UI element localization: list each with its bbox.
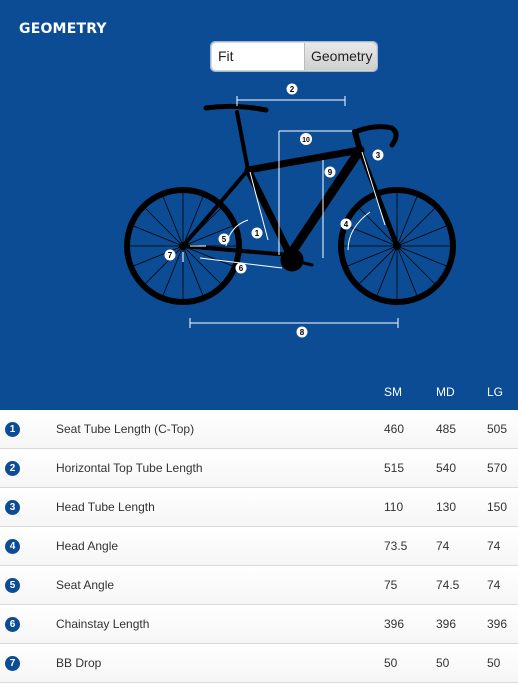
row-number-badge: 2: [5, 461, 20, 476]
value-lg: 74: [487, 539, 501, 553]
table-row: 7 BB Drop 50 50 50: [0, 644, 518, 683]
svg-text:2: 2: [290, 85, 295, 94]
row-label: BB Drop: [56, 656, 102, 670]
value-lg: 74: [487, 578, 501, 592]
column-header-md: MD: [436, 385, 455, 399]
table-row: 2 Horizontal Top Tube Length 515 540 570: [0, 449, 518, 488]
svg-text:10: 10: [302, 137, 310, 144]
row-label: Head Tube Length: [56, 500, 155, 514]
value-lg: 150: [487, 500, 508, 514]
svg-text:5: 5: [222, 235, 227, 244]
value-lg: 570: [487, 461, 508, 475]
value-md: 130: [436, 500, 457, 514]
table-row: 5 Seat Angle 75 74.5 74: [0, 566, 518, 605]
geometry-header-panel: GEOMETRY Fit Calculator Geometry: [0, 0, 518, 410]
svg-text:7: 7: [168, 251, 173, 260]
column-header-sm: SM: [384, 385, 402, 399]
fit-calculator-tab[interactable]: Fit Calculator: [212, 43, 304, 70]
value-md: 74.5: [436, 578, 460, 592]
row-number-badge: 3: [5, 500, 20, 515]
column-header-lg: LG: [487, 385, 504, 399]
marker-10: 10: [300, 133, 312, 145]
table-row: 4 Head Angle 73.5 74 74: [0, 527, 518, 566]
value-md: 74: [436, 539, 450, 553]
marker-2: 2: [286, 83, 298, 95]
marker-9: 9: [324, 166, 336, 178]
marker-3: 3: [372, 149, 384, 161]
svg-text:3: 3: [376, 151, 381, 160]
row-number-badge: 1: [5, 422, 20, 437]
svg-text:8: 8: [300, 328, 305, 337]
row-number-badge: 7: [5, 656, 20, 671]
svg-text:4: 4: [344, 220, 349, 229]
table-row: 1 Seat Tube Length (C-Top) 460 485 505: [0, 410, 518, 449]
value-lg: 396: [487, 617, 508, 631]
value-sm: 460: [384, 422, 405, 436]
marker-6: 6: [235, 262, 247, 274]
marker-7: 7: [164, 249, 176, 261]
row-label: Chainstay Length: [56, 617, 150, 631]
value-sm: 515: [384, 461, 405, 475]
row-label: Seat Angle: [56, 578, 115, 592]
geometry-table: 1 Seat Tube Length (C-Top) 460 485 505 2…: [0, 410, 518, 683]
svg-text:6: 6: [239, 264, 244, 273]
row-number-badge: 5: [5, 578, 20, 593]
table-row: 3 Head Tube Length 110 130 150: [0, 488, 518, 527]
value-sm: 73.5: [384, 539, 408, 553]
svg-text:9: 9: [328, 168, 333, 177]
svg-text:1: 1: [255, 229, 260, 238]
value-sm: 50: [384, 656, 398, 670]
row-number-badge: 4: [5, 539, 20, 554]
value-lg: 505: [487, 422, 508, 436]
row-label: Horizontal Top Tube Length: [56, 461, 203, 475]
bike-geometry-diagram: 1 2 3 4 5 6 7 8 9 10: [124, 83, 456, 338]
row-label: Seat Tube Length (C-Top): [56, 422, 195, 436]
marker-8: 8: [296, 326, 308, 338]
value-md: 540: [436, 461, 457, 475]
value-sm: 110: [384, 500, 404, 514]
value-lg: 50: [487, 656, 501, 670]
value-md: 50: [436, 656, 450, 670]
marker-5: 5: [218, 233, 230, 245]
value-md: 396: [436, 617, 457, 631]
marker-4: 4: [340, 218, 352, 230]
value-sm: 396: [384, 617, 405, 631]
page-title: GEOMETRY: [19, 21, 107, 37]
value-md: 485: [436, 422, 457, 436]
marker-1: 1: [251, 227, 263, 239]
view-toggle: Fit Calculator Geometry: [211, 42, 377, 71]
row-label: Head Angle: [56, 539, 119, 553]
table-row: 6 Chainstay Length 396 396 396: [0, 605, 518, 644]
geometry-tab[interactable]: Geometry: [304, 43, 376, 70]
row-number-badge: 6: [5, 617, 20, 632]
value-sm: 75: [384, 578, 398, 592]
